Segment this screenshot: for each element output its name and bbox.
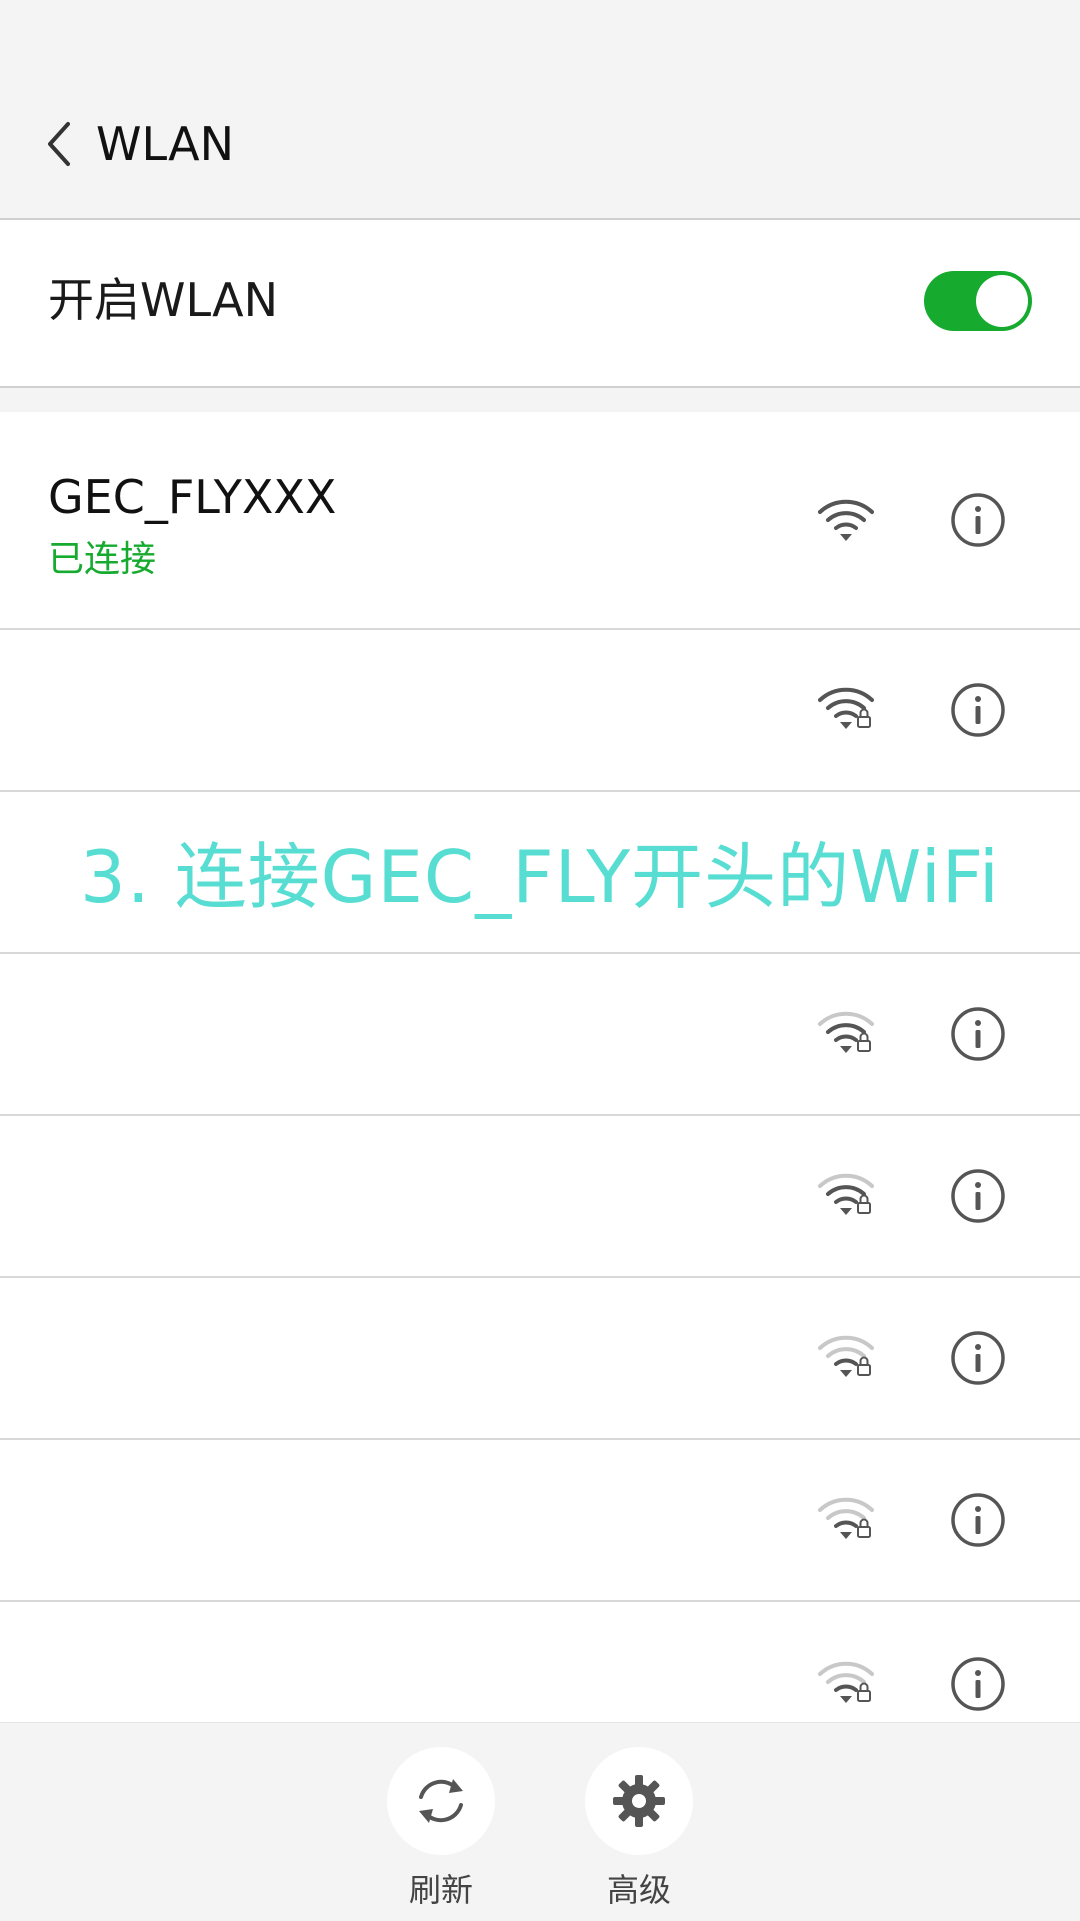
toggle-knob bbox=[976, 275, 1028, 327]
wifi-row-connected[interactable]: GEC_FLYXXX 已连接 bbox=[0, 412, 1080, 630]
wlan-toggle-label: 开启WLAN bbox=[48, 273, 279, 327]
wlan-toggle-switch[interactable] bbox=[924, 271, 1032, 331]
wifi-connection-status: 已连接 bbox=[48, 539, 157, 580]
wifi-signal-icon bbox=[818, 499, 874, 541]
info-icon[interactable] bbox=[950, 1168, 1006, 1224]
info-icon[interactable] bbox=[950, 1006, 1006, 1062]
wifi-signal-locked-icon bbox=[818, 1497, 874, 1539]
wlan-toggle-row[interactable]: 开启WLAN bbox=[0, 220, 1080, 388]
wifi-row[interactable] bbox=[0, 1278, 1080, 1440]
advanced-label: 高级 bbox=[606, 1871, 671, 1909]
gear-icon bbox=[613, 1775, 665, 1827]
wifi-signal-locked-icon bbox=[818, 1173, 874, 1215]
back-arrow-icon[interactable] bbox=[40, 118, 80, 170]
wifi-signal-locked-icon bbox=[818, 1011, 874, 1053]
wifi-row[interactable] bbox=[0, 1602, 1080, 1722]
wifi-row[interactable] bbox=[0, 1440, 1080, 1602]
wifi-signal-locked-icon bbox=[818, 687, 874, 729]
wifi-name: GEC_FLYXXX bbox=[48, 470, 337, 524]
refresh-icon bbox=[419, 1779, 463, 1823]
wifi-signal-locked-icon bbox=[818, 1661, 874, 1703]
info-icon[interactable] bbox=[950, 1330, 1006, 1386]
page-title: WLAN bbox=[96, 117, 235, 171]
refresh-button[interactable]: 刷新 bbox=[386, 1747, 496, 1911]
info-icon[interactable] bbox=[950, 492, 1006, 548]
info-icon[interactable] bbox=[950, 682, 1006, 738]
header: WLAN bbox=[0, 70, 1080, 220]
refresh-label: 刷新 bbox=[408, 1871, 473, 1909]
wifi-row[interactable] bbox=[0, 630, 1080, 792]
advanced-button[interactable]: 高级 bbox=[584, 1747, 694, 1911]
status-bar bbox=[0, 0, 1080, 70]
wifi-row[interactable] bbox=[0, 954, 1080, 1116]
refresh-button-circle[interactable] bbox=[387, 1747, 495, 1855]
bottom-action-bar: 刷新 高级 bbox=[0, 1722, 1080, 1921]
wifi-row[interactable] bbox=[0, 1116, 1080, 1278]
wifi-signal-locked-icon bbox=[818, 1335, 874, 1377]
advanced-button-circle[interactable] bbox=[585, 1747, 693, 1855]
info-icon[interactable] bbox=[950, 1656, 1006, 1712]
wifi-list: GEC_FLYXXX 已连接 bbox=[0, 412, 1080, 1722]
info-icon[interactable] bbox=[950, 1492, 1006, 1548]
tutorial-caption: 3. 连接GEC_FLY开头的WiFi bbox=[80, 835, 1000, 919]
